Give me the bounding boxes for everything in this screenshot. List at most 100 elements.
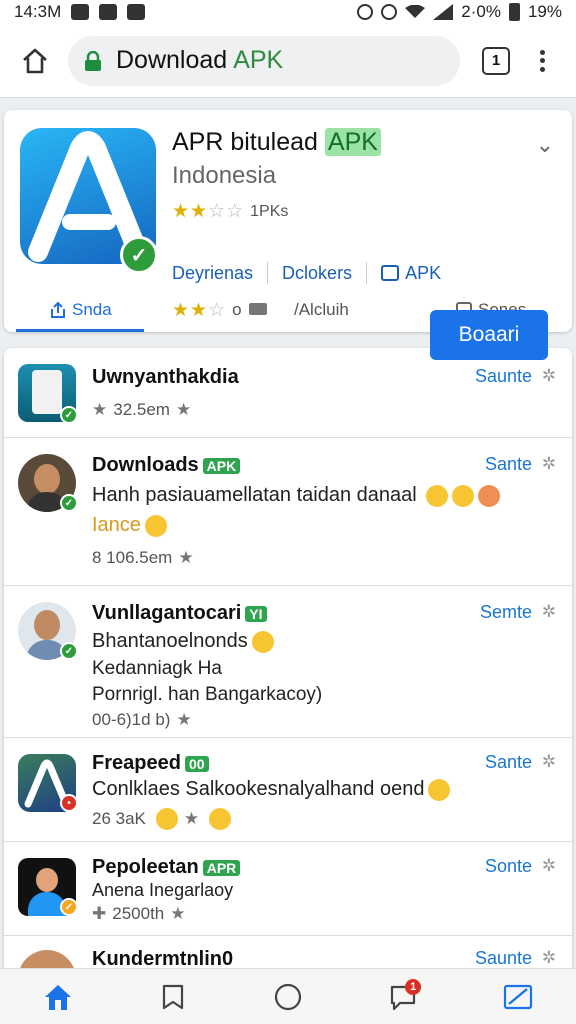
feed-list: ✓ Uwnyanthakdia ★ 32.5em ★ Saunte ✲ ✓ Do… xyxy=(4,348,572,968)
alarm-icon xyxy=(357,4,374,20)
divider xyxy=(366,262,368,284)
tab-alcluih[interactable]: /Alcluih xyxy=(294,300,349,320)
menu-dot-icon xyxy=(539,49,545,55)
list-item[interactable]: ✓ Vunllagantocari YI Bhantanoelnonds Keda… xyxy=(4,586,572,738)
list-item[interactable]: ✓ Uwnyanthakdia ★ 32.5em ★ Saunte ✲ xyxy=(4,348,572,438)
star-icon: ★ xyxy=(176,710,192,729)
nav-trending[interactable] xyxy=(498,977,538,1017)
rating-text: 1PKs xyxy=(250,202,289,220)
item-action-link[interactable]: Sante xyxy=(485,752,532,773)
star-icon: ★ xyxy=(170,904,186,923)
emoji-icon xyxy=(478,484,501,507)
item-title: Uwnyanthakdia xyxy=(92,366,239,388)
item-text-line: Iance xyxy=(92,514,167,537)
home-button[interactable] xyxy=(16,42,54,80)
tabs-button[interactable]: 1 xyxy=(482,46,510,75)
item-action-link[interactable]: Semte xyxy=(480,602,532,623)
settings-icon[interactable]: ✲ xyxy=(542,856,556,876)
nav-circle[interactable] xyxy=(268,977,308,1017)
sync-icon xyxy=(381,4,398,20)
app-subtitle: Indonesia xyxy=(172,162,277,189)
star-icon: ★ xyxy=(92,400,108,419)
list-item[interactable]: Kundermtnlin0 Saunte ✲ xyxy=(4,936,572,968)
mail-icon xyxy=(99,4,118,20)
item-action-link[interactable]: Saunte xyxy=(475,366,532,387)
emoji-icon xyxy=(428,778,451,801)
nav-home[interactable] xyxy=(38,977,78,1017)
settings-icon[interactable]: ✲ xyxy=(542,454,556,474)
app-links: Deyrienas Dclokers APK xyxy=(172,262,562,284)
menu-dot-icon xyxy=(539,58,545,63)
status-time: 14:3M xyxy=(14,2,62,21)
settings-icon[interactable]: ✲ xyxy=(542,948,556,968)
url-text: Download xyxy=(116,46,228,74)
verified-check-icon: ✓ xyxy=(120,236,158,274)
status-bar: 14:3M 2·0% 19% xyxy=(0,0,576,24)
chevron-down-icon[interactable]: ⌄ xyxy=(536,132,554,158)
emoji-icon xyxy=(155,808,178,830)
settings-icon[interactable]: ✲ xyxy=(542,366,556,386)
notification-badge: 1 xyxy=(405,978,422,995)
item-title: Vunllagantocari YI xyxy=(92,602,267,625)
item-title: Kundermtnlin0 xyxy=(92,948,234,968)
url-highlight: APK xyxy=(233,46,284,74)
item-action-link[interactable]: Saunte xyxy=(475,948,532,968)
list-item[interactable]: • Freapeed 00 Conlklaes Salkookesnalyalha… xyxy=(4,738,572,842)
home-icon xyxy=(23,48,47,73)
circle-icon xyxy=(274,983,302,1010)
browser-toolbar: Download APK 1 xyxy=(0,24,576,98)
settings-icon[interactable]: ✲ xyxy=(542,752,556,772)
item-title: Downloads APK xyxy=(92,454,241,477)
tab-snda[interactable]: Snda xyxy=(50,300,112,320)
item-tag: APK xyxy=(202,458,241,474)
verified-check-icon: ✓ xyxy=(60,898,78,916)
item-action-link[interactable]: Sante xyxy=(485,454,532,475)
emoji-icon xyxy=(144,514,167,537)
verified-check-icon: ✓ xyxy=(60,494,78,512)
wifi-icon xyxy=(405,5,426,18)
emoji-icon xyxy=(426,484,449,507)
item-text-line: Bhantanoelnonds xyxy=(92,630,274,653)
list-item[interactable]: ✓ Pepoleetan APR Anena Inegarlaoy ✚ 2500t… xyxy=(4,842,572,936)
battery-icon xyxy=(508,3,520,21)
nav-bookmarks[interactable] xyxy=(153,977,193,1017)
tab-rating[interactable]: ★★☆ o xyxy=(172,299,268,322)
url-bar[interactable]: Download APK xyxy=(68,35,460,86)
bookmark-icon xyxy=(162,984,183,1009)
link-dclokers[interactable]: Dclokers xyxy=(282,262,352,284)
menu-dot-icon xyxy=(539,66,545,72)
emoji-icon xyxy=(251,630,274,653)
avatar xyxy=(18,950,76,968)
link-apk[interactable]: APK xyxy=(381,262,441,284)
item-title: Freapeed 00 xyxy=(92,752,209,775)
settings-icon[interactable]: ✲ xyxy=(542,602,556,622)
star-icon: ★ xyxy=(178,548,194,567)
divider xyxy=(267,262,269,284)
item-action-link[interactable]: Sonte xyxy=(485,856,532,877)
item-meta: 26 3aK ★ xyxy=(92,808,232,830)
star-icon: ✚ xyxy=(92,904,107,923)
bottom-nav: 1 xyxy=(0,968,576,1024)
external-link-icon xyxy=(381,265,400,281)
battery-text: 2·0% xyxy=(461,2,501,21)
trending-icon xyxy=(504,984,533,1009)
star-icon: ★ xyxy=(183,809,200,828)
home-icon xyxy=(44,984,71,1010)
emoji-icon xyxy=(209,808,232,830)
app-title-tag: APK xyxy=(324,128,381,156)
item-text-line: Conlklaes Salkookesnalyalhand oend xyxy=(92,778,451,801)
item-meta: ✚ 2500th ★ xyxy=(92,904,186,923)
boost-button[interactable]: Boaari xyxy=(430,310,548,360)
lock-icon xyxy=(85,50,101,71)
link-deyrienas[interactable]: Deyrienas xyxy=(172,262,253,284)
rating-stars-icon: ★★☆☆ xyxy=(172,201,245,222)
item-text-line: Hanh pasiauamellatan taidan danaal xyxy=(92,484,501,507)
item-text-line: Anena Inegarlaoy xyxy=(92,880,234,900)
nav-notifications[interactable]: 1 xyxy=(383,977,423,1017)
comment-icon xyxy=(248,303,267,315)
overflow-menu-button[interactable] xyxy=(534,46,550,76)
list-item[interactable]: ✓ Downloads APK Hanh pasiauamellatan taid… xyxy=(4,438,572,586)
item-text-line: Pornrigl. han Bangarkacoy) xyxy=(92,684,323,705)
gallery-icon xyxy=(71,4,90,20)
item-text-line: Kedanniagk Ha xyxy=(92,658,222,679)
